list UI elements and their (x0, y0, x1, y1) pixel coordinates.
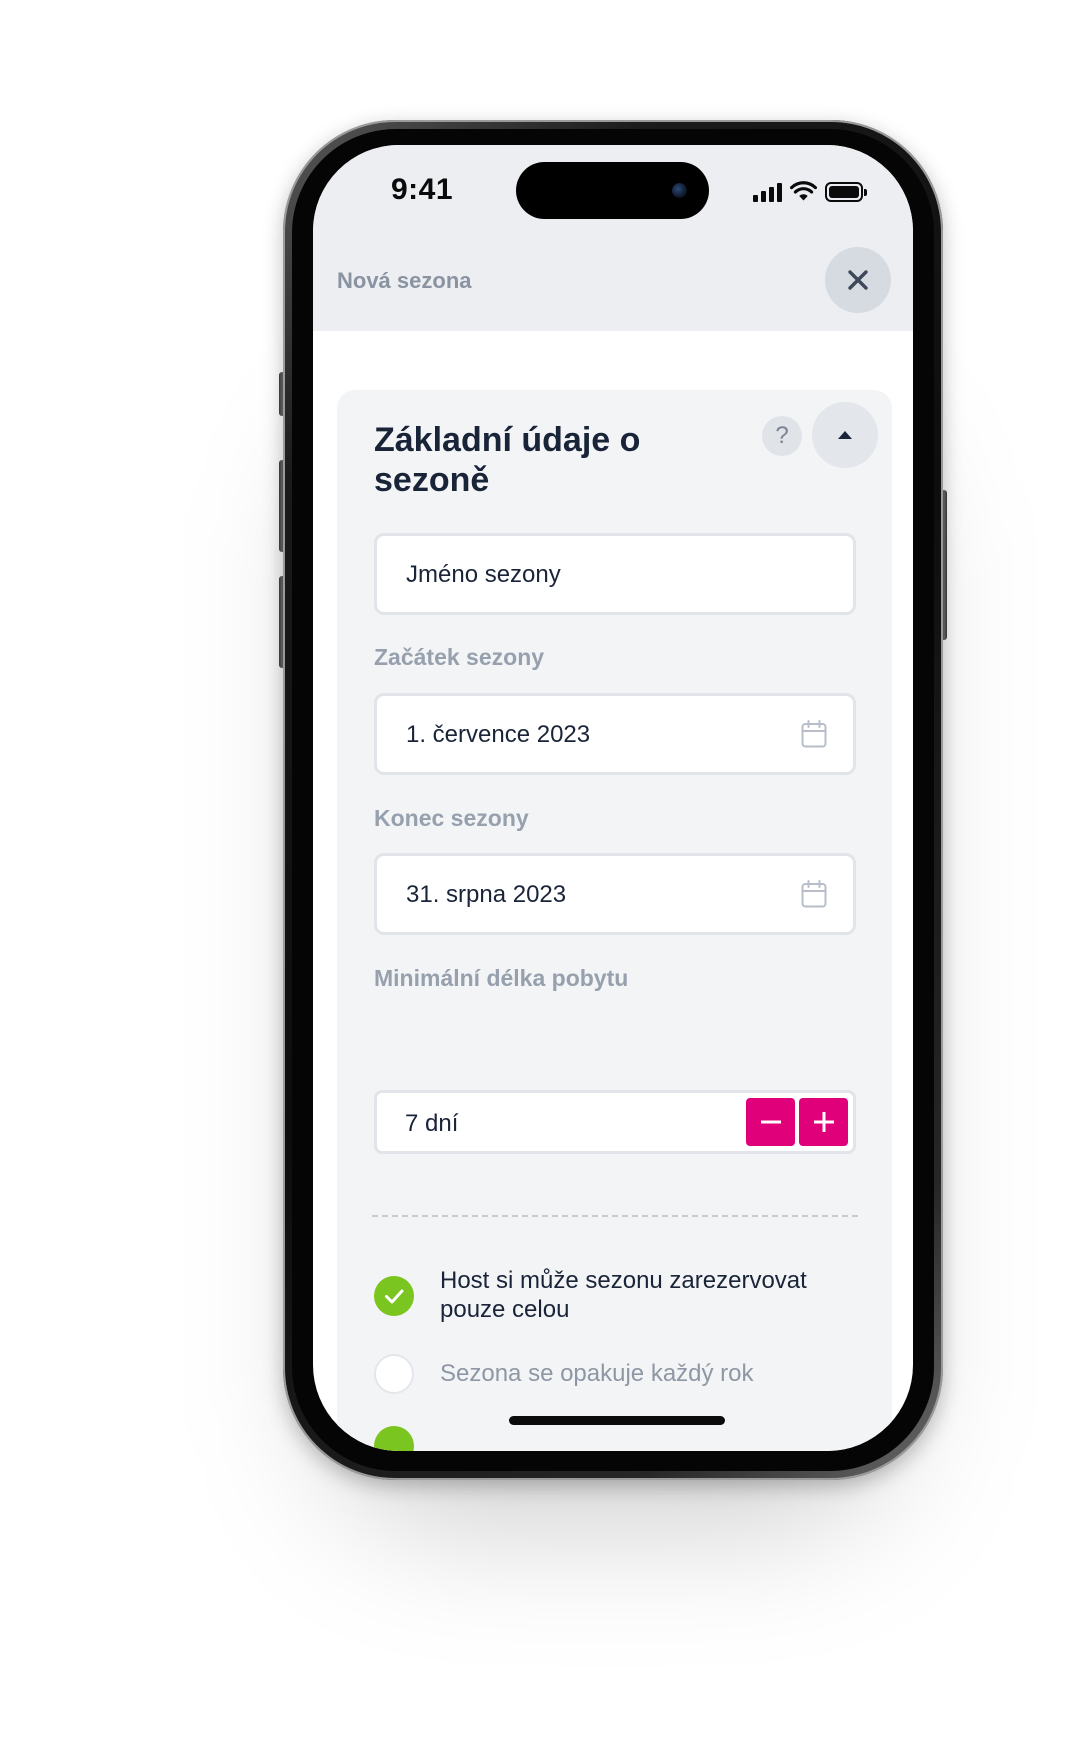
front-camera (672, 183, 687, 198)
min-stay-stepper: 7 dní (374, 1090, 856, 1154)
sheet-header: 9:41 Nová sezona (313, 145, 913, 331)
min-stay-label: Minimální délka pobytu (374, 965, 629, 991)
chevron-up-icon (838, 431, 852, 439)
min-stay-value: 7 dní (405, 1110, 459, 1137)
option-label: Host si může sezonu zarezervovat pouze c… (440, 1267, 807, 1323)
season-name-value: Jméno sezony (406, 561, 561, 588)
checkbox-checked[interactable] (374, 1426, 414, 1451)
start-date-field[interactable]: 1. července 2023 (374, 693, 856, 775)
season-name-input[interactable]: Jméno sezony (374, 533, 856, 615)
end-date-field[interactable]: 31. srpna 2023 (374, 853, 856, 935)
status-icons (753, 178, 867, 202)
calendar-icon[interactable] (801, 880, 827, 908)
end-date-label: Konec sezony (374, 805, 529, 831)
dynamic-island (516, 162, 709, 219)
checkbox-checked[interactable] (374, 1276, 414, 1316)
sheet-title: Nová sezona (337, 268, 472, 293)
cellular-signal-icon (753, 182, 782, 202)
calendar-icon[interactable] (801, 720, 827, 748)
section-divider (372, 1215, 858, 1217)
start-date-value: 1. července 2023 (406, 721, 591, 748)
check-icon (385, 1289, 404, 1304)
status-time: 9:41 (391, 173, 454, 206)
help-button[interactable]: ? (762, 416, 802, 456)
mockup-stage: 9:41 Nová sezona Základní údaje o sezoně… (0, 0, 1065, 1758)
close-button[interactable] (825, 247, 891, 313)
card-title: Základní údaje o sezoně (374, 421, 641, 499)
option-partial[interactable] (374, 1426, 844, 1451)
option-whole-season[interactable]: Host si může sezonu zarezervovat pouze c… (374, 1266, 844, 1326)
option-label: Sezona se opakuje každý rok (440, 1360, 754, 1387)
increment-button[interactable] (799, 1098, 848, 1146)
home-indicator[interactable] (509, 1416, 725, 1425)
option-repeat-yearly[interactable]: Sezona se opakuje každý rok (374, 1354, 844, 1394)
battery-icon (825, 182, 867, 202)
phone-screen: 9:41 Nová sezona Základní údaje o sezoně… (313, 145, 913, 1451)
start-date-label: Začátek sezony (374, 644, 545, 670)
close-icon (848, 270, 868, 290)
basic-info-card: Základní údaje o sezoně ? Jméno sezony Z… (337, 390, 892, 1451)
end-date-value: 31. srpna 2023 (406, 881, 567, 908)
minus-icon (760, 1120, 781, 1124)
collapse-button[interactable] (812, 402, 878, 468)
wifi-icon (790, 181, 817, 201)
checkbox-unchecked[interactable] (374, 1354, 414, 1394)
plus-icon (813, 1112, 834, 1132)
decrement-button[interactable] (746, 1098, 795, 1146)
